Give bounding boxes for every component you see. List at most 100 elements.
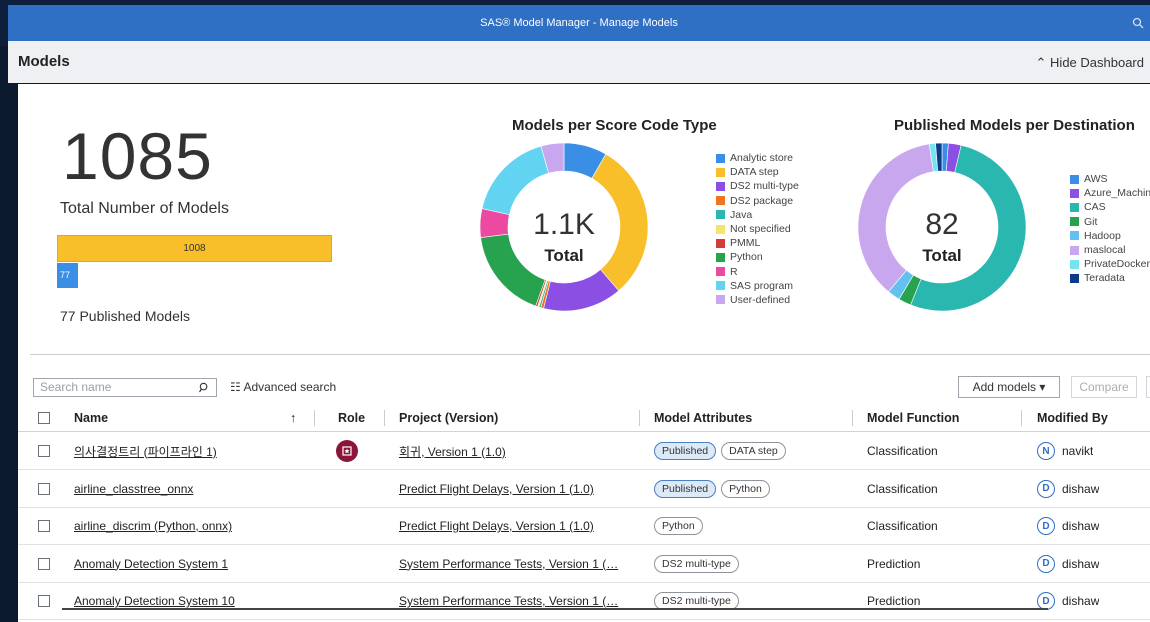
model-name-link[interactable]: Anomaly Detection System 1 — [74, 557, 228, 571]
row-checkbox[interactable] — [38, 546, 50, 582]
search-input[interactable]: Search name — [33, 378, 217, 397]
select-all-checkbox[interactable] — [38, 404, 50, 431]
column-header-attributes[interactable]: Model Attributes — [654, 404, 752, 431]
attribute-pill: Python — [654, 517, 703, 535]
score-code-legend-item[interactable]: Python — [716, 250, 799, 264]
search-placeholder: Search name — [40, 380, 112, 394]
user-avatar: D — [1037, 517, 1055, 535]
destination-legend-item[interactable]: Git — [1070, 215, 1150, 229]
legend-label: PMML — [730, 237, 761, 250]
score-code-legend-item[interactable]: DS2 package — [716, 194, 799, 208]
legend-swatch — [1070, 273, 1079, 283]
advanced-search-button[interactable]: ☷ Advanced search — [230, 380, 336, 394]
destination-legend-item[interactable]: Hadoop — [1070, 229, 1150, 243]
column-header-function[interactable]: Model Function — [867, 404, 959, 431]
score-code-slice-python[interactable] — [480, 233, 546, 307]
legend-swatch — [716, 196, 725, 206]
model-attributes: Published Python — [654, 471, 775, 507]
project-link[interactable]: Predict Flight Delays, Version 1 (1.0) — [399, 519, 594, 533]
destination-slice-maslocal[interactable] — [857, 143, 934, 293]
project-link[interactable]: Predict Flight Delays, Version 1 (1.0) — [399, 482, 594, 496]
score-code-legend-item[interactable]: SAS program — [716, 279, 799, 293]
model-name-link[interactable]: airline_discrim (Python, onnx) — [74, 519, 232, 533]
legend-label: R — [730, 265, 738, 278]
score-code-chart-title: Models per Score Code Type — [512, 117, 717, 134]
search-icon[interactable] — [199, 382, 210, 393]
column-header-modified-by[interactable]: Modified By — [1037, 404, 1108, 431]
legend-label: DS2 package — [730, 194, 794, 207]
score-code-slice-sas-program[interactable] — [481, 145, 550, 216]
column-header-name[interactable]: Name — [74, 404, 108, 431]
sort-arrow-icon[interactable]: ↑ — [290, 404, 296, 431]
horizontal-scrollbar[interactable] — [62, 608, 1048, 610]
window-title: SAS® Model Manager - Manage Models — [480, 17, 678, 29]
user-avatar: D — [1037, 479, 1055, 498]
table-header: Name ↑ Role Project (Version) Model Attr… — [18, 404, 1150, 432]
score-code-legend-item[interactable]: PMML — [716, 236, 799, 250]
legend-swatch — [716, 252, 725, 262]
table-row[interactable]: airline_classtree_onnx Predict Flight De… — [18, 471, 1150, 508]
hide-dashboard-button[interactable]: ⌃ Hide Dashboard — [1036, 55, 1144, 71]
score-code-legend-item[interactable]: Not specified — [716, 222, 799, 236]
model-function: Classification — [867, 481, 938, 496]
champion-icon[interactable] — [336, 440, 358, 462]
row-checkbox[interactable] — [38, 508, 50, 544]
score-code-donut-chart[interactable]: 1.1K Total — [478, 141, 650, 313]
column-separator — [384, 410, 385, 426]
legend-swatch — [1070, 217, 1079, 227]
total-models-bar: 1008 — [57, 235, 332, 262]
destination-legend-item[interactable]: AWS — [1070, 172, 1150, 186]
column-separator — [1021, 410, 1022, 426]
search-icon[interactable] — [1132, 17, 1144, 29]
attribute-pill: Published — [654, 442, 717, 460]
destination-donut-chart[interactable]: 82 Total — [856, 141, 1028, 313]
model-name-link[interactable]: airline_classtree_onnx — [74, 482, 193, 496]
legend-label: maslocal — [1084, 244, 1126, 257]
table-row[interactable]: airline_discrim (Python, onnx) Predict F… — [18, 508, 1150, 545]
row-checkbox[interactable] — [38, 433, 50, 469]
table-row[interactable]: Anomaly Detection System 1 System Perfor… — [18, 546, 1150, 583]
project-link[interactable]: 회귀, Version 1 (1.0) — [399, 443, 506, 460]
destination-legend-item[interactable]: maslocal — [1070, 243, 1150, 257]
model-function: Prediction — [867, 594, 921, 608]
destination-legend-item[interactable]: Azure_Machin — [1070, 186, 1150, 200]
model-name-link[interactable]: Anomaly Detection System 10 — [74, 594, 235, 608]
score-code-legend-item[interactable]: User-defined — [716, 293, 799, 307]
legend-swatch — [716, 267, 725, 277]
destination-legend-item[interactable]: CAS — [1070, 200, 1150, 214]
attribute-pill: DS2 multi-type — [654, 554, 739, 573]
legend-label: DS2 multi-type — [730, 180, 799, 193]
modified-by: dishaw — [1062, 594, 1100, 608]
legend-label: Hadoop — [1084, 229, 1121, 242]
column-header-project[interactable]: Project (Version) — [399, 404, 498, 431]
model-name-link[interactable]: 의사결정트리 (파이프라인 1) — [74, 443, 217, 460]
row-checkbox[interactable] — [38, 471, 50, 507]
table-row[interactable]: 의사결정트리 (파이프라인 1) 회귀, Version 1 (1.0) Pub… — [18, 433, 1150, 470]
project-link[interactable]: System Performance Tests, Version 1 (… — [399, 557, 618, 571]
destination-legend-item[interactable]: Teradata — [1070, 271, 1150, 285]
legend-swatch — [1070, 245, 1079, 255]
score-code-legend-item[interactable]: Java — [716, 208, 799, 222]
score-code-legend-item[interactable]: DATA step — [716, 165, 799, 179]
total-models-label: Total Number of Models — [60, 200, 229, 217]
more-actions-button[interactable] — [1146, 376, 1150, 398]
score-code-legend-item[interactable]: R — [716, 265, 799, 279]
score-code-legend-item[interactable]: Analytic store — [716, 151, 799, 165]
main-panel: 1085 Total Number of Models 1008 77 77 P… — [18, 84, 1150, 622]
legend-label: Java — [730, 208, 753, 221]
legend-label: Teradata — [1084, 272, 1125, 285]
legend-label: Python — [730, 251, 763, 264]
destination-legend-item[interactable]: PrivateDocker — [1070, 257, 1150, 271]
table-row[interactable]: Anomaly Detection System 10 System Perfo… — [18, 583, 1150, 620]
add-models-button[interactable]: Add models ▾ — [958, 376, 1060, 398]
project-link[interactable]: System Performance Tests, Version 1 (… — [399, 594, 618, 608]
page-header: Models ⌃ Hide Dashboard — [8, 41, 1150, 83]
column-header-role[interactable]: Role — [338, 404, 365, 431]
score-code-center-label: Total — [544, 246, 583, 265]
legend-swatch — [716, 281, 725, 291]
hide-dashboard-label: Hide Dashboard — [1050, 55, 1144, 70]
score-code-legend-item[interactable]: DS2 multi-type — [716, 179, 799, 193]
compare-button[interactable]: Compare — [1071, 376, 1137, 398]
model-attributes: DS2 multi-type — [654, 583, 744, 619]
row-checkbox[interactable] — [38, 583, 50, 619]
